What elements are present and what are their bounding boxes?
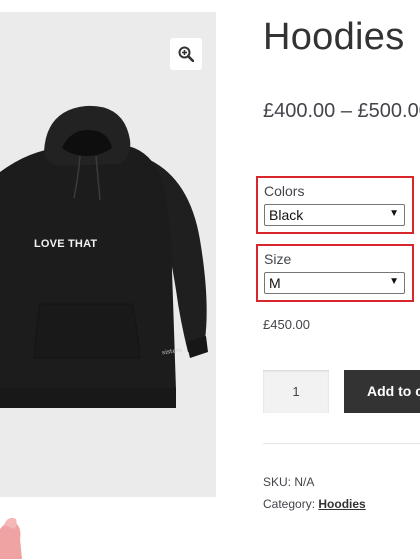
colors-label: Colors xyxy=(264,183,305,199)
thumbnail-hoodie-image xyxy=(0,517,22,559)
product-page: LOVE THAT sisters Hoodies £400.00 – £500… xyxy=(0,0,420,559)
triangle-down-icon: ▼ xyxy=(389,208,399,219)
quantity-input[interactable]: 1 xyxy=(263,370,329,413)
price-range: £400.00 – £500.00 xyxy=(263,100,420,122)
magnifier-plus-icon xyxy=(178,46,194,62)
gallery-thumbnail[interactable] xyxy=(0,515,40,559)
size-select[interactable]: M ▼ xyxy=(264,272,405,294)
product-title: Hoodies xyxy=(263,16,405,58)
category-link[interactable]: Hoodies xyxy=(318,497,365,511)
size-label: Size xyxy=(264,251,292,267)
add-to-cart-button[interactable]: Add to cart xyxy=(344,370,420,413)
sku-meta: SKU: N/A xyxy=(263,475,314,489)
size-variation: Size M ▼ xyxy=(256,244,414,302)
divider xyxy=(263,443,420,444)
sku-label: SKU: xyxy=(263,475,292,489)
size-selected-value: M xyxy=(269,275,281,291)
sku-value: N/A xyxy=(294,475,315,489)
hoodie-print-text: LOVE THAT xyxy=(34,238,98,250)
category-meta: Category: Hoodies xyxy=(263,497,366,511)
category-label: Category: xyxy=(263,497,316,511)
colors-selected-value: Black xyxy=(269,207,304,223)
product-image[interactable]: LOVE THAT sisters xyxy=(0,12,216,497)
variation-price: £450.00 xyxy=(263,317,310,332)
zoom-button[interactable] xyxy=(170,38,202,70)
hoodie-image xyxy=(0,105,208,408)
colors-variation: Colors Black ▼ xyxy=(256,176,414,234)
triangle-down-icon: ▼ xyxy=(389,276,399,287)
colors-select[interactable]: Black ▼ xyxy=(264,204,405,226)
